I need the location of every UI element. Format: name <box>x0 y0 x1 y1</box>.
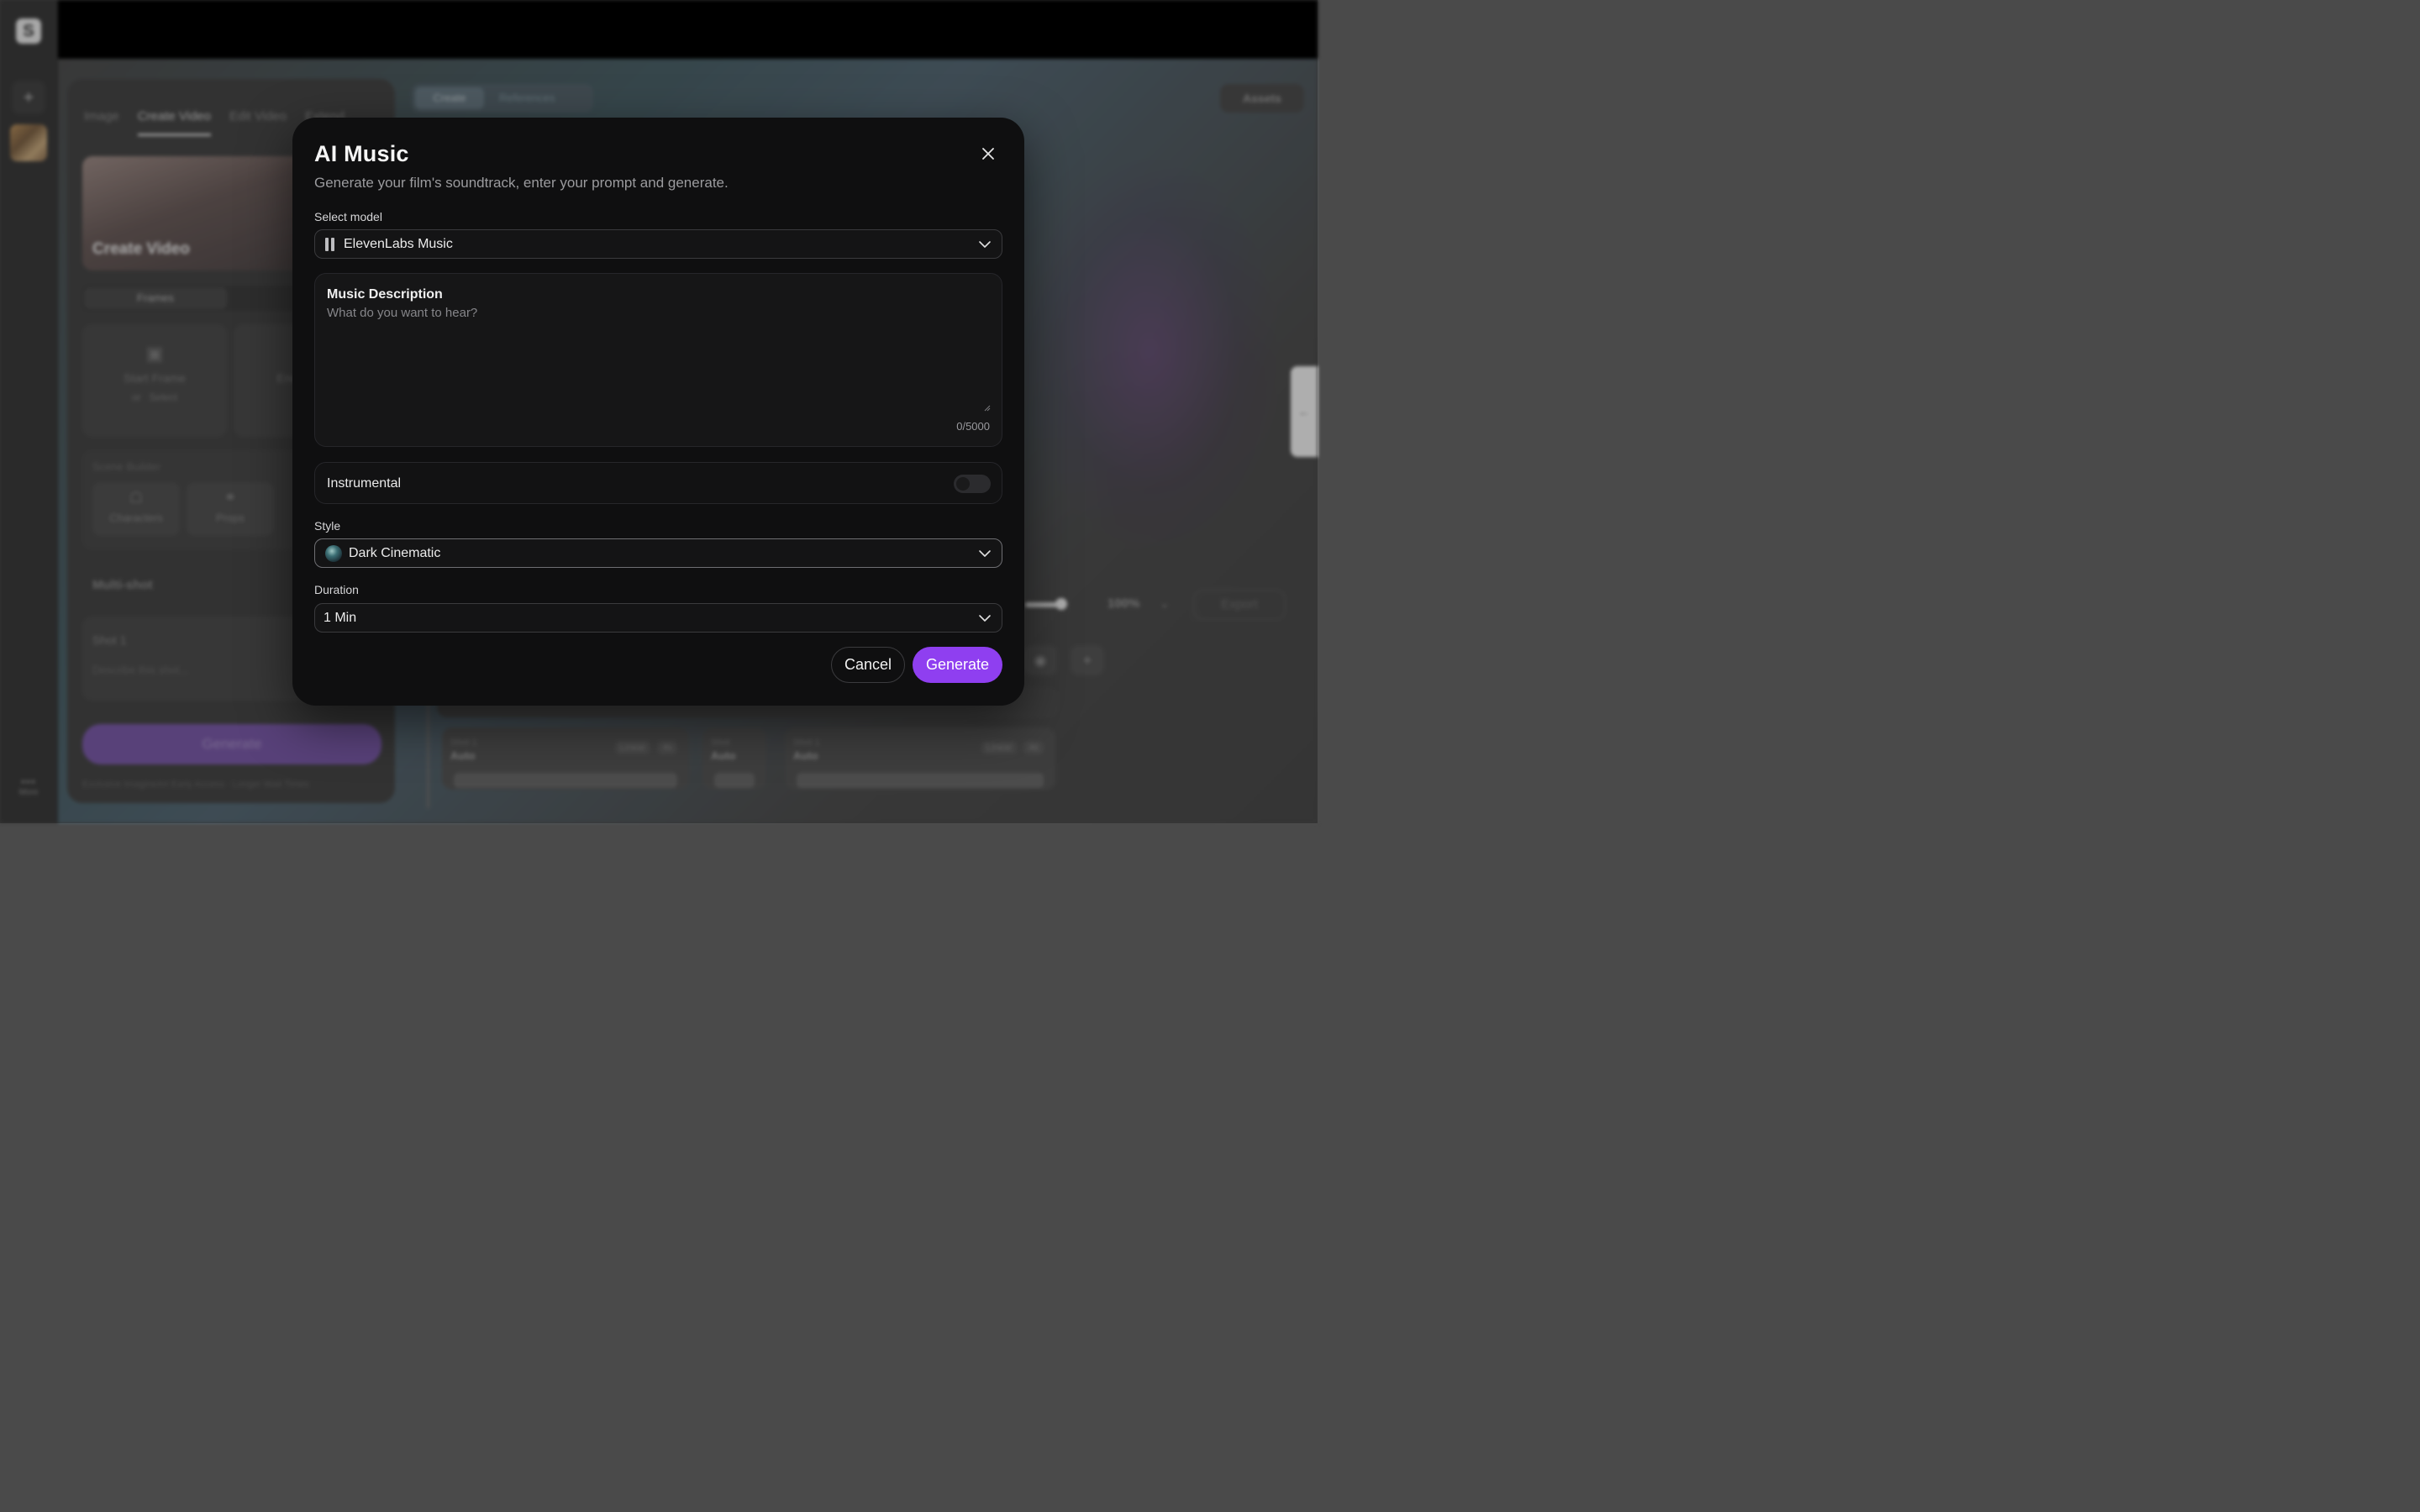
style-value: Dark Cinematic <box>349 545 441 560</box>
chevron-down-icon <box>979 241 991 248</box>
model-value: ElevenLabs Music <box>344 236 453 251</box>
dark-cinematic-thumb-icon <box>325 544 342 562</box>
duration-label: Duration <box>314 583 359 596</box>
character-counter: 0/5000 <box>956 420 990 433</box>
close-icon <box>982 148 994 160</box>
cancel-button[interactable]: Cancel <box>831 647 905 683</box>
instrumental-label: Instrumental <box>327 476 402 491</box>
instrumental-toggle[interactable] <box>954 475 991 493</box>
music-description-label: Music Description <box>327 287 443 302</box>
duration-select[interactable]: 1 Min <box>314 603 1002 633</box>
music-description-card: Music Description 0/5000 <box>314 273 1002 447</box>
chevron-down-icon <box>979 550 991 557</box>
elevenlabs-icon <box>325 237 335 251</box>
modal-subtitle: Generate your film's soundtrack, enter y… <box>314 175 729 191</box>
model-label: Select model <box>314 210 382 223</box>
resize-handle-icon[interactable] <box>982 403 991 412</box>
music-description-input[interactable] <box>327 306 991 413</box>
ai-music-modal: AI Music Generate your film's soundtrack… <box>292 118 1024 706</box>
generate-button[interactable]: Generate <box>913 647 1002 683</box>
duration-value: 1 Min <box>324 610 357 625</box>
chevron-down-icon <box>979 615 991 622</box>
style-select[interactable]: Dark Cinematic <box>314 538 1002 568</box>
modal-title: AI Music <box>314 141 409 166</box>
style-label: Style <box>314 519 341 533</box>
toggle-knob <box>956 477 970 491</box>
close-button[interactable] <box>978 143 998 165</box>
instrumental-row: Instrumental <box>314 462 1002 504</box>
model-select[interactable]: ElevenLabs Music <box>314 229 1002 259</box>
